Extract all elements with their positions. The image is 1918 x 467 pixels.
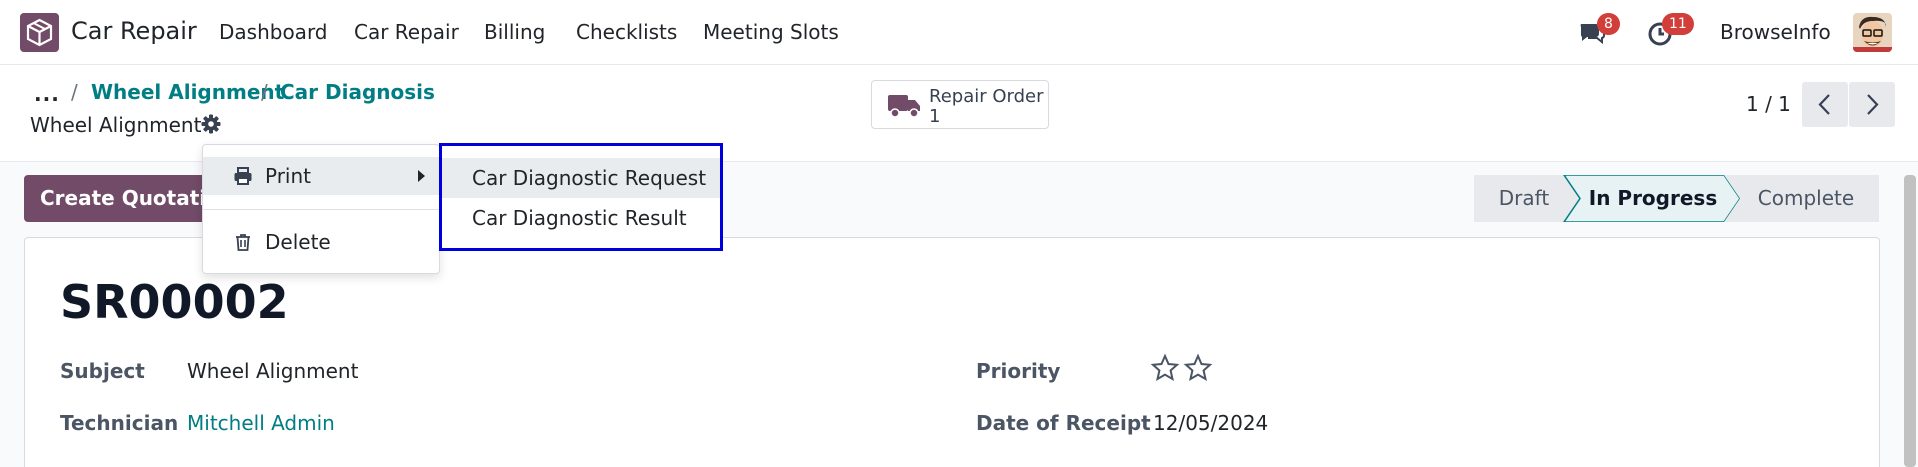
stage-in-progress[interactable]: In Progress xyxy=(1574,175,1732,222)
record-title: Wheel Alignment xyxy=(30,113,202,137)
top-navbar: Car Repair Dashboard Car Repair Billing … xyxy=(0,0,1918,65)
pager-value[interactable]: 1 / 1 xyxy=(1746,92,1791,116)
smart-button-label: Repair Order xyxy=(929,86,1044,107)
print-label: Print xyxy=(265,164,312,188)
breadcrumb-car-diagnosis[interactable]: Car Diagnosis xyxy=(280,80,435,104)
trash-icon xyxy=(233,232,253,252)
repair-order-smart-button[interactable]: Repair Order 1 xyxy=(871,80,1049,129)
car-diagnostic-request-item[interactable]: Car Diagnostic Request xyxy=(442,158,720,198)
truck-icon xyxy=(887,91,921,119)
pager-next-button[interactable] xyxy=(1849,82,1895,127)
printer-icon xyxy=(233,166,253,186)
pager-previous-button[interactable] xyxy=(1802,82,1848,127)
date-of-receipt-label: Date of Receipt xyxy=(976,411,1151,435)
breadcrumb-separator: / xyxy=(71,80,78,104)
smart-button-value: 1 xyxy=(929,106,941,127)
gear-icon[interactable] xyxy=(200,113,222,135)
menu-checklists[interactable]: Checklists xyxy=(576,20,677,44)
stage-draft[interactable]: Draft xyxy=(1474,175,1574,222)
user-avatar[interactable] xyxy=(1853,13,1892,52)
breadcrumb-wheel-alignment[interactable]: Wheel Alignment xyxy=(91,80,284,104)
delete-label: Delete xyxy=(265,230,331,254)
menu-divider xyxy=(203,209,439,210)
subject-field[interactable]: Wheel Alignment xyxy=(187,359,358,383)
car-diagnostic-result-item[interactable]: Car Diagnostic Result xyxy=(442,198,720,238)
date-of-receipt-field[interactable]: 12/05/2024 xyxy=(1153,411,1268,435)
priority-label: Priority xyxy=(976,359,1061,383)
priority-star-icon[interactable] xyxy=(1150,353,1180,383)
technician-label: Technician xyxy=(60,411,179,435)
menu-car-repair[interactable]: Car Repair xyxy=(354,20,459,44)
company-switcher[interactable]: BrowseInfo xyxy=(1720,20,1831,44)
stage-complete[interactable]: Complete xyxy=(1736,175,1876,222)
scrollbar[interactable] xyxy=(1904,175,1916,467)
activities-badge: 11 xyxy=(1662,13,1694,35)
breadcrumb-more[interactable]: ... xyxy=(34,82,60,106)
app-name[interactable]: Car Repair xyxy=(71,17,197,45)
priority-star-icon[interactable] xyxy=(1183,353,1213,383)
menu-meeting-slots[interactable]: Meeting Slots xyxy=(703,20,839,44)
print-menu-item[interactable]: Print xyxy=(203,157,439,195)
action-menu: Print Delete xyxy=(202,144,440,274)
create-quotation-button[interactable]: Create Quotation xyxy=(24,175,214,222)
subject-label: Subject xyxy=(60,359,145,383)
print-submenu: Car Diagnostic Request Car Diagnostic Re… xyxy=(439,143,723,251)
menu-dashboard[interactable]: Dashboard xyxy=(219,20,328,44)
technician-field[interactable]: Mitchell Admin xyxy=(187,411,335,435)
breadcrumb-separator: / xyxy=(261,80,268,104)
status-bar: Draft In Progress Complete xyxy=(1474,175,1879,222)
record-reference: SR00002 xyxy=(60,275,289,329)
delete-menu-item[interactable]: Delete xyxy=(203,223,439,261)
caret-right-icon xyxy=(418,170,425,182)
app-logo-icon[interactable] xyxy=(20,13,59,52)
messages-badge: 8 xyxy=(1597,13,1620,35)
menu-billing[interactable]: Billing xyxy=(484,20,545,44)
